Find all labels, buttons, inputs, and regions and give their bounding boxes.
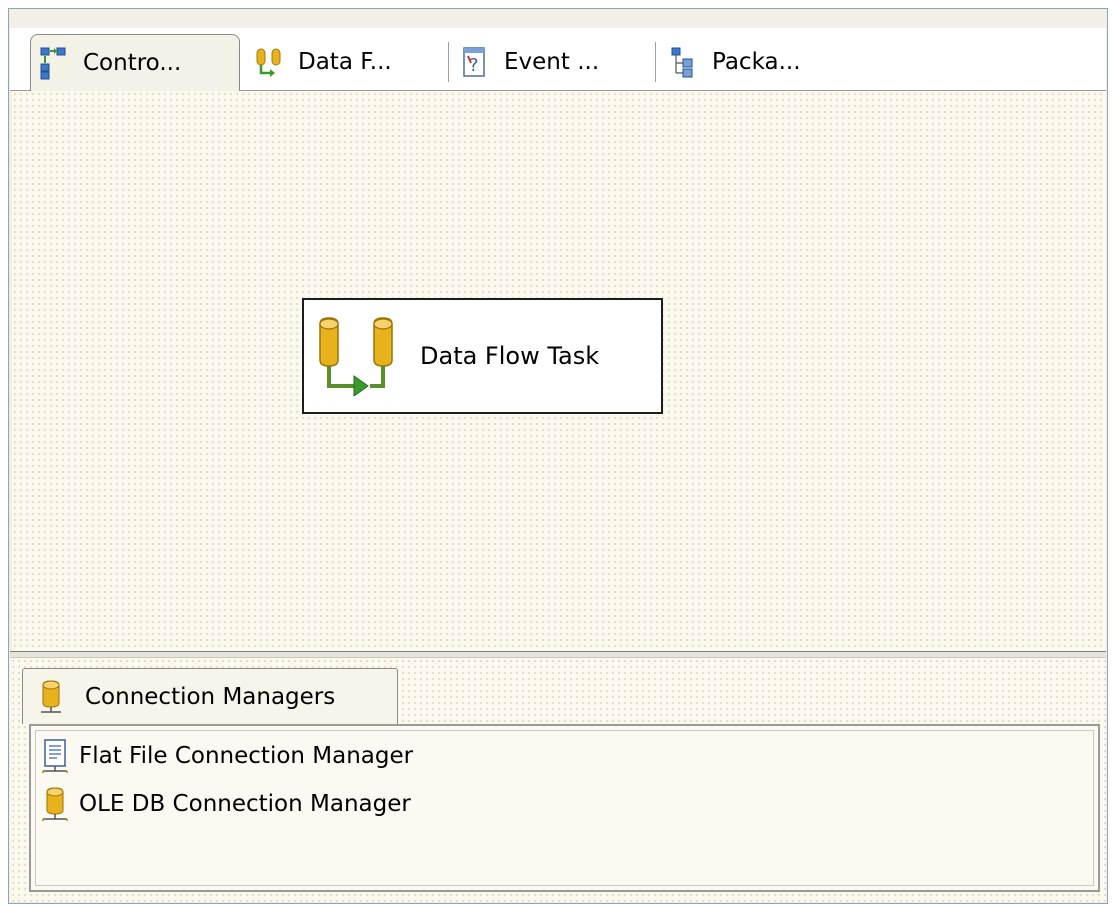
flat-file-connection-icon — [42, 739, 68, 773]
tab-label: Data F... — [298, 49, 392, 75]
connection-managers-label: Connection Managers — [85, 683, 336, 710]
tab-separator — [655, 42, 656, 82]
tab-control-flow[interactable]: Contro... — [30, 34, 240, 91]
oledb-connection-icon — [42, 787, 68, 821]
connection-managers-list: Flat File Connection Manager OLE DB Conn… — [29, 724, 1100, 892]
list-item-label: OLE DB Connection Manager — [79, 791, 411, 817]
tab-label: Event ... — [504, 49, 600, 75]
control-flow-design-surface[interactable]: Data Flow Task — [12, 91, 1106, 657]
data-flow-task-icon — [319, 317, 393, 396]
tab-event-handlers[interactable]: ? Event ... — [452, 34, 648, 90]
tab-connection-managers[interactable]: Connection Managers — [22, 668, 398, 724]
designer-tab-strip: Contro... Data F... ? Event ... Packa... — [10, 28, 1106, 91]
task-label: Data Flow Task — [420, 342, 600, 370]
tab-label: Packa... — [712, 49, 801, 75]
list-item-flat-file-connection[interactable]: Flat File Connection Manager — [41, 736, 413, 776]
list-item-label: Flat File Connection Manager — [79, 743, 414, 769]
data-flow-task[interactable]: Data Flow Task — [302, 298, 663, 414]
list-item-oledb-connection[interactable]: OLE DB Connection Manager — [41, 784, 411, 824]
tab-data-flow[interactable]: Data F... — [246, 34, 442, 90]
splitter-bar[interactable] — [10, 651, 1106, 658]
database-icon — [41, 679, 61, 713]
tab-package-explorer[interactable]: Packa... — [660, 34, 860, 90]
data-flow-icon — [256, 48, 281, 77]
event-handlers-icon: ? — [463, 47, 485, 77]
svg-text:?: ? — [469, 55, 479, 76]
control-flow-icon — [40, 47, 66, 80]
tab-label: Contro... — [83, 50, 182, 76]
package-explorer-icon — [671, 47, 693, 78]
tab-separator — [448, 42, 449, 82]
